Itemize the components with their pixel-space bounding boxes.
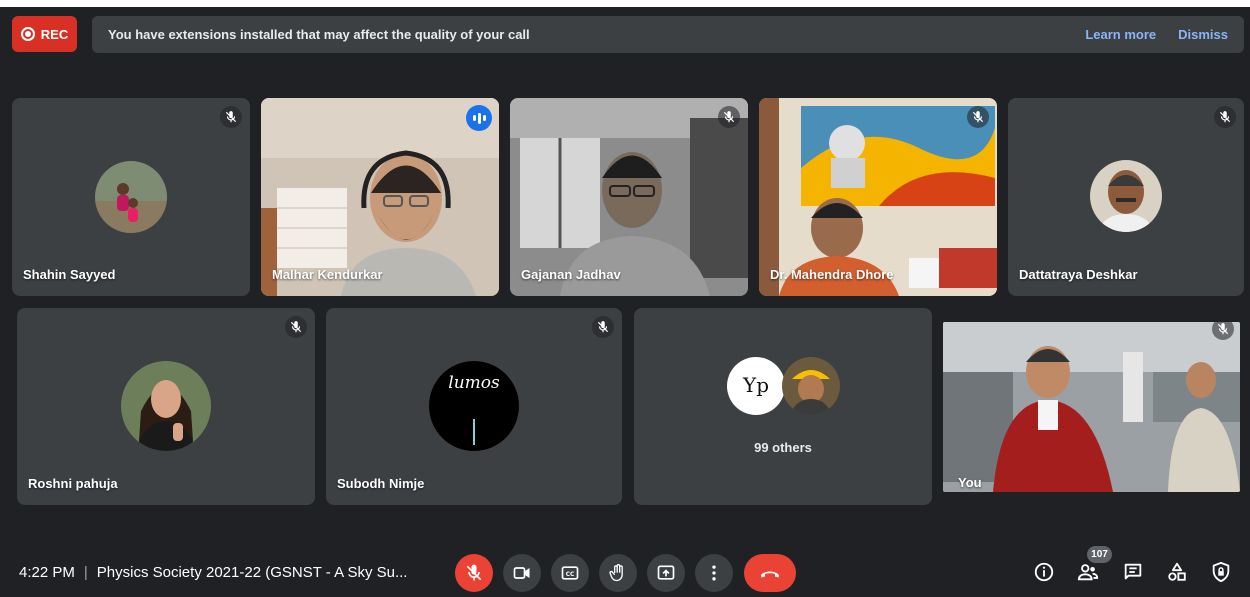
- participant-tile-mahendra[interactable]: Dr. Mahendra Dhore: [759, 98, 997, 296]
- chat-icon: [1124, 563, 1142, 580]
- window-top-edge: [0, 0, 1250, 7]
- participant-name: Gajanan Jadhav: [521, 267, 621, 282]
- participant-count-badge: 107: [1087, 546, 1112, 563]
- avatar-roshni: [121, 361, 211, 451]
- more-options-icon: [712, 565, 716, 581]
- leave-call-button[interactable]: [744, 554, 796, 592]
- avatar-subodh: lumos: [429, 361, 519, 451]
- host-controls-button[interactable]: [1208, 559, 1234, 585]
- participant-tile-roshni[interactable]: Roshni pahuja: [17, 308, 315, 505]
- mic-muted-icon: [718, 106, 740, 128]
- participant-tile-dattatraya[interactable]: Dattatraya Deshkar: [1008, 98, 1244, 296]
- host-controls-icon: [1212, 561, 1230, 583]
- camera-icon: [513, 567, 530, 579]
- avatar-dattatraya: [1090, 160, 1162, 232]
- control-bar: 4:22 PM | Physics Society 2021-22 (GSNST -…: [0, 545, 1250, 597]
- dismiss-link[interactable]: Dismiss: [1178, 27, 1228, 42]
- mic-muted-icon: [285, 316, 307, 338]
- meeting-time: 4:22 PM: [19, 564, 75, 581]
- meeting-info-button[interactable]: [1031, 559, 1057, 585]
- extensions-warning-banner: You have extensions installed that may a…: [92, 16, 1244, 53]
- participant-tile-subodh[interactable]: lumos Subodh Nimje: [326, 308, 622, 505]
- meeting-title[interactable]: Physics Society 2021-22 (GSNST - A Sky S…: [97, 564, 408, 581]
- participant-tile-malhar[interactable]: Malhar Kendurkar: [261, 98, 499, 296]
- captions-button[interactable]: CC: [551, 554, 589, 592]
- participant-tile-shahin[interactable]: Shahin Sayyed: [12, 98, 250, 296]
- raise-hand-button[interactable]: [599, 554, 637, 592]
- recording-indicator[interactable]: REC: [12, 16, 77, 52]
- raise-hand-icon: [609, 564, 623, 582]
- activities-button[interactable]: [1164, 559, 1190, 585]
- banner-message: You have extensions installed that may a…: [108, 27, 530, 42]
- avatar-yp-text: Yp: [742, 373, 769, 397]
- microphone-toggle-button[interactable]: [455, 554, 493, 592]
- present-screen-button[interactable]: [647, 554, 685, 592]
- camera-toggle-button[interactable]: [503, 554, 541, 592]
- participant-name: Dr. Mahendra Dhore: [770, 267, 894, 282]
- recording-label: REC: [40, 26, 69, 42]
- chat-button[interactable]: [1120, 559, 1146, 585]
- mic-muted-icon: [220, 106, 242, 128]
- activities-icon: [1168, 562, 1186, 581]
- people-icon: [1077, 564, 1099, 581]
- svg-text:CC: CC: [566, 572, 575, 578]
- video-feed-self: [943, 322, 1240, 492]
- info-icon: [1034, 562, 1054, 582]
- hang-up-icon: [761, 571, 779, 578]
- mic-off-icon: [466, 564, 482, 581]
- more-options-button[interactable]: [695, 554, 733, 592]
- learn-more-link[interactable]: Learn more: [1085, 27, 1156, 42]
- mic-muted-icon: [967, 106, 989, 128]
- participant-name: Dattatraya Deshkar: [1019, 267, 1138, 282]
- participant-name: Roshni pahuja: [28, 476, 118, 491]
- speaking-indicator-icon: [466, 105, 492, 131]
- mic-muted-icon: [1214, 106, 1236, 128]
- avatar-other: [782, 357, 840, 415]
- record-icon: [20, 27, 35, 41]
- avatar-yp: Yp: [727, 357, 785, 415]
- self-view-tile[interactable]: You: [943, 322, 1240, 492]
- captions-icon: CC: [561, 566, 579, 580]
- participant-name: Subodh Nimje: [337, 476, 425, 491]
- others-group-tile[interactable]: Yp 99 others: [634, 308, 932, 505]
- mic-muted-icon: [592, 316, 614, 338]
- present-icon: [657, 565, 675, 580]
- participant-name: Malhar Kendurkar: [272, 267, 383, 282]
- participant-name: You: [958, 475, 982, 490]
- others-count-label: 99 others: [754, 440, 812, 455]
- participant-name: Shahin Sayyed: [23, 267, 116, 282]
- avatar-lumos-text: lumos: [448, 373, 500, 393]
- avatar-shahin: [95, 161, 167, 233]
- meeting-details: 4:22 PM | Physics Society 2021-22 (GSNST -…: [19, 564, 408, 581]
- participant-tile-gajanan[interactable]: Gajanan Jadhav: [510, 98, 748, 296]
